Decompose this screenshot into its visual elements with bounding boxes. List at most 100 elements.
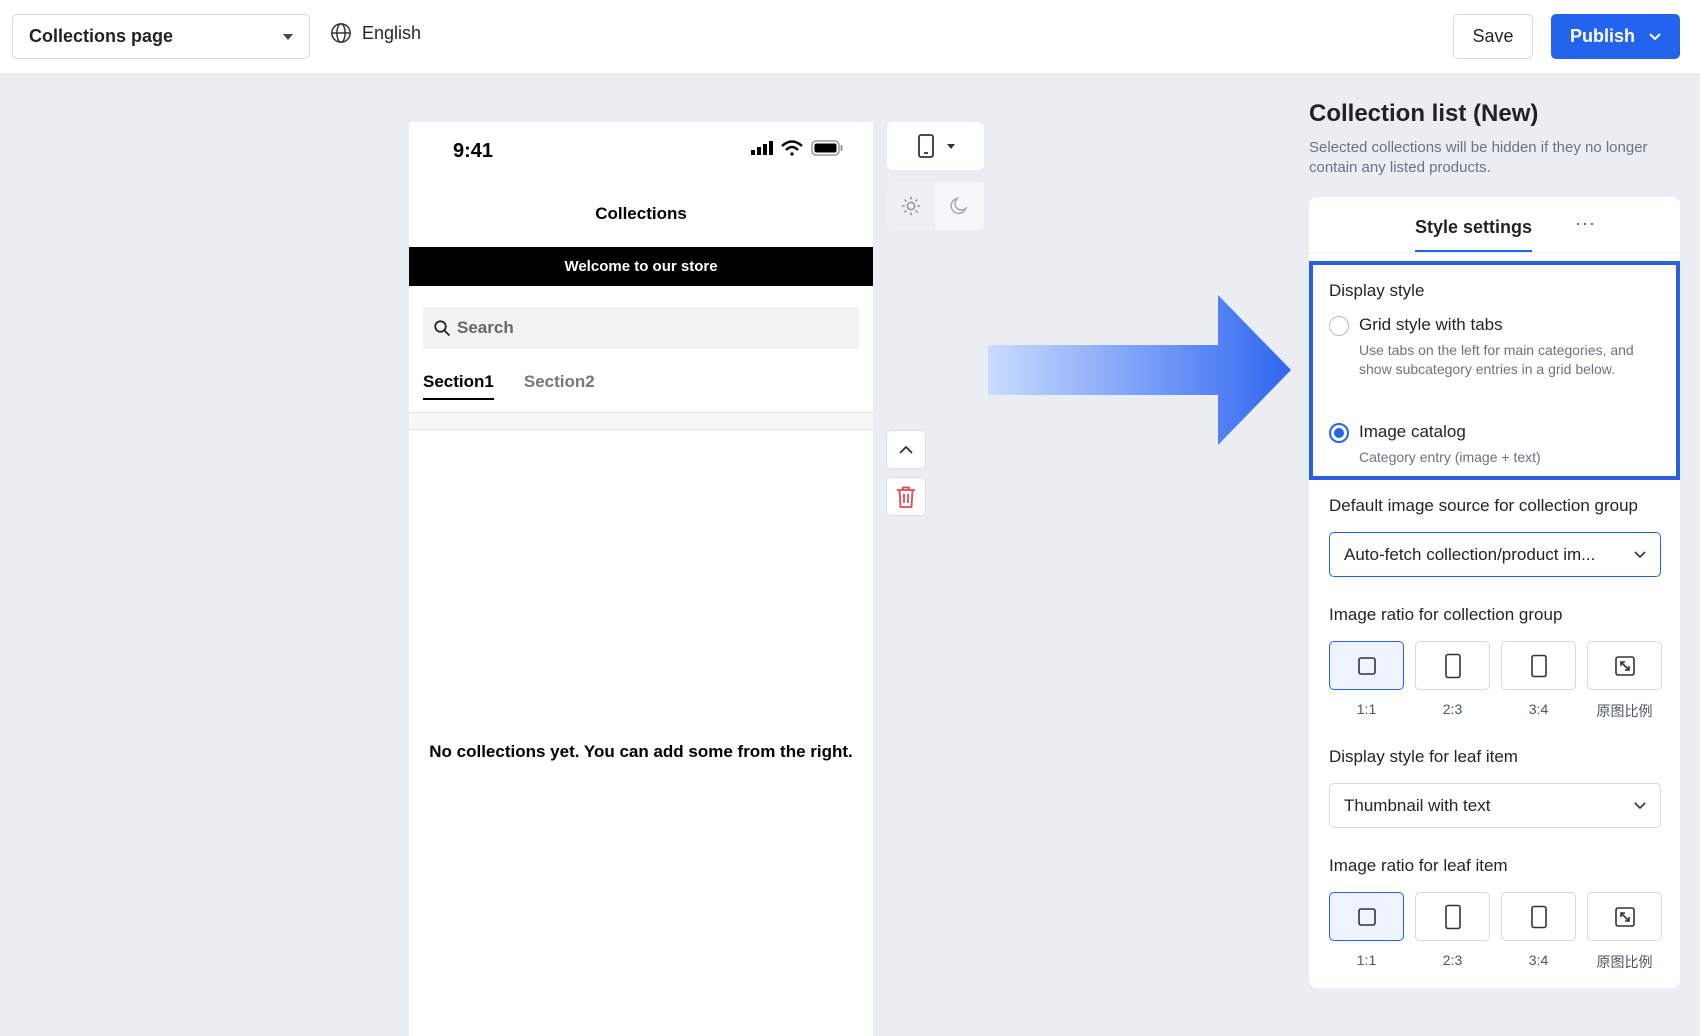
chevron-up-icon <box>899 445 913 454</box>
leaf-style-label: Display style for leaf item <box>1329 747 1518 766</box>
ratio-box <box>1329 641 1404 690</box>
portrait-ratio-icon <box>1530 654 1547 677</box>
image-source-select[interactable]: Auto-fetch collection/product im... <box>1329 532 1661 577</box>
delete-button[interactable] <box>886 477 926 516</box>
group-ratio-3-4[interactable]: 3:4 <box>1501 641 1576 721</box>
ratio-caption: 3:4 <box>1528 952 1549 968</box>
ratio-caption: 2:3 <box>1442 952 1463 968</box>
portrait-ratio-icon <box>1444 904 1461 929</box>
group-ratio-options: 1:1 2:3 3:4 原图比例 <box>1329 641 1662 721</box>
phone-tab-section1[interactable]: Section1 <box>423 372 494 400</box>
more-options-icon[interactable]: ··· <box>1575 213 1596 234</box>
leaf-style-select[interactable]: Thumbnail with text <box>1329 783 1661 828</box>
save-button[interactable]: Save <box>1453 14 1533 59</box>
group-ratio-label: Image ratio for collection group <box>1329 605 1563 624</box>
ratio-caption: 1:1 <box>1356 952 1377 968</box>
group-ratio-2-3[interactable]: 2:3 <box>1415 641 1490 721</box>
ratio-caption: 原图比例 <box>1596 703 1653 719</box>
mobile-device-icon <box>917 134 934 158</box>
expand-ratio-icon <box>1614 906 1635 927</box>
expand-ratio-icon <box>1614 655 1635 676</box>
ratio-box <box>1587 641 1662 690</box>
phone-tab-section2[interactable]: Section2 <box>524 372 595 400</box>
leaf-ratio-2-3[interactable]: 2:3 <box>1415 892 1490 972</box>
phone-tabs: Section1 Section2 <box>423 372 595 400</box>
announcement-banner: Welcome to our store <box>409 247 873 286</box>
group-ratio-original[interactable]: 原图比例 <box>1587 641 1662 721</box>
moon-icon <box>950 197 968 215</box>
battery-icon <box>811 140 843 156</box>
square-ratio-icon <box>1357 656 1376 675</box>
image-source-label: Default image source for collection grou… <box>1329 496 1638 515</box>
leaf-style-value: Thumbnail with text <box>1344 795 1491 815</box>
chevron-down-icon <box>1634 801 1646 809</box>
light-mode-button[interactable] <box>887 182 935 230</box>
status-time: 9:41 <box>453 140 494 162</box>
leaf-ratio-1-1[interactable]: 1:1 <box>1329 892 1404 972</box>
option-image-catalog[interactable]: Image catalog Category entry (image + te… <box>1329 422 1659 467</box>
language-label: English <box>362 22 422 43</box>
ratio-box <box>1501 892 1576 941</box>
move-up-button[interactable] <box>886 430 926 469</box>
panel-title: Collection list (New) <box>1309 100 1539 127</box>
ratio-caption: 3:4 <box>1528 701 1549 717</box>
signal-icon <box>751 141 773 155</box>
wifi-icon <box>781 140 803 156</box>
phone-preview: 9:41 Collections Welcome to our store Se… <box>409 122 873 1036</box>
top-bar: Collections page English Save Publish <box>0 0 1700 73</box>
pointer-arrow <box>988 295 1291 445</box>
publish-label: Publish <box>1569 26 1635 46</box>
ratio-caption: 1:1 <box>1356 701 1377 717</box>
caret-down-icon <box>946 143 955 149</box>
tab-style-settings[interactable]: Style settings <box>1415 217 1533 252</box>
search-icon <box>434 320 451 337</box>
globe-icon <box>331 23 351 43</box>
radio-grid-style[interactable] <box>1329 316 1349 336</box>
radio-image-catalog[interactable] <box>1329 423 1349 443</box>
page-select[interactable]: Collections page <box>12 14 310 59</box>
phone-divider <box>409 412 873 430</box>
ratio-box <box>1587 892 1662 941</box>
option-title: Image catalog <box>1359 422 1466 441</box>
phone-page-title: Collections <box>595 204 687 223</box>
ratio-caption: 2:3 <box>1442 701 1463 717</box>
square-ratio-icon <box>1357 907 1376 926</box>
page-select-value: Collections page <box>29 26 174 46</box>
option-grid-style[interactable]: Grid style with tabs Use tabs on the lef… <box>1329 315 1659 379</box>
group-ratio-1-1[interactable]: 1:1 <box>1329 641 1404 721</box>
portrait-ratio-icon <box>1444 653 1461 678</box>
search-placeholder: Search <box>457 318 514 337</box>
sun-icon <box>901 196 921 216</box>
leaf-ratio-options: 1:1 2:3 3:4 原图比例 <box>1329 892 1662 972</box>
ratio-caption: 原图比例 <box>1596 954 1653 970</box>
option-subtitle: Use tabs on the left for main categories… <box>1359 342 1634 377</box>
status-bar: 9:41 <box>409 122 873 168</box>
leaf-ratio-original[interactable]: 原图比例 <box>1587 892 1662 972</box>
ratio-box <box>1501 641 1576 690</box>
chevron-down-icon <box>1634 550 1646 558</box>
ratio-box <box>1415 641 1490 690</box>
panel-description: Selected collections will be hidden if t… <box>1309 139 1648 176</box>
ratio-box <box>1415 892 1490 941</box>
chevron-down-icon <box>1649 32 1661 40</box>
phone-search-bar[interactable]: Search <box>423 307 859 349</box>
image-source-value: Auto-fetch collection/product im... <box>1344 544 1596 564</box>
theme-toggle <box>887 182 984 230</box>
publish-button[interactable]: Publish <box>1551 14 1680 59</box>
portrait-ratio-icon <box>1530 905 1547 928</box>
caret-down-icon <box>283 33 293 40</box>
device-switcher[interactable] <box>887 122 984 170</box>
display-style-label: Display style <box>1329 281 1425 300</box>
option-title: Grid style with tabs <box>1359 315 1503 334</box>
empty-state-message: No collections yet. You can add some fro… <box>429 742 853 761</box>
dark-mode-button[interactable] <box>935 182 983 230</box>
option-subtitle: Category entry (image + text) <box>1359 449 1541 465</box>
display-style-section: Display style Grid style with tabs Use t… <box>1309 261 1680 480</box>
trash-icon <box>897 486 915 508</box>
leaf-ratio-label: Image ratio for leaf item <box>1329 856 1508 875</box>
leaf-ratio-3-4[interactable]: 3:4 <box>1501 892 1576 972</box>
ratio-box <box>1329 892 1404 941</box>
settings-tabs: Style settings ··· <box>1309 197 1680 253</box>
status-icons <box>751 140 843 156</box>
language-switcher[interactable]: English <box>330 22 421 44</box>
